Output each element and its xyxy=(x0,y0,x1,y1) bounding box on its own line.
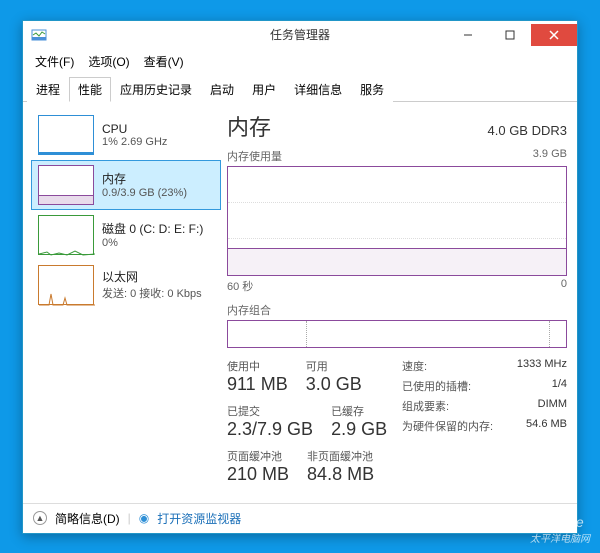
sidebar-label: CPU xyxy=(102,122,167,136)
sidebar-value: 1% 2.69 GHz xyxy=(102,136,167,148)
resmon-icon: ◉ xyxy=(139,511,149,525)
stat-value: 3.0 GB xyxy=(306,374,362,395)
time-axis-left: 60 秒 xyxy=(227,278,253,294)
stat-label: 使用中 xyxy=(227,358,288,374)
memory-stats: 使用中911 MB 可用3.0 GB 已提交2.3/7.9 GB 已缓存2.9 … xyxy=(227,358,567,493)
prop-key: 组成要素: xyxy=(402,398,449,414)
sidebar-value: 0% xyxy=(102,237,203,249)
tab-services[interactable]: 服务 xyxy=(351,77,393,102)
prop-val: DIMM xyxy=(538,398,567,414)
content-area: CPU 1% 2.69 GHz 内存 0.9/3.9 GB (23%) 磁盘 0… xyxy=(23,102,577,503)
task-manager-window: 任务管理器 文件(F) 选项(O) 查看(V) 进程 性能 应用历史记录 启动 … xyxy=(22,20,578,534)
prop-key: 已使用的插槽: xyxy=(402,378,471,394)
stat-label: 页面缓冲池 xyxy=(227,448,289,464)
minimize-button[interactable] xyxy=(447,24,489,46)
chevron-up-icon[interactable]: ▲ xyxy=(33,511,47,525)
panel-title: 内存 xyxy=(227,110,271,142)
memory-usage-graph xyxy=(227,166,567,276)
sidebar-label: 内存 xyxy=(102,170,187,187)
stat-label: 已缓存 xyxy=(331,403,387,419)
tab-performance[interactable]: 性能 xyxy=(69,77,111,102)
menu-file[interactable]: 文件(F) xyxy=(29,51,80,72)
sidebar-item-ethernet[interactable]: 以太网 发送: 0 接收: 0 Kbps xyxy=(31,260,221,310)
sidebar-label: 以太网 xyxy=(102,268,202,285)
disk-thumbnail xyxy=(38,215,94,255)
sidebar-label: 磁盘 0 (C: D: E: F:) xyxy=(102,220,203,237)
time-axis-right: 0 xyxy=(561,278,567,294)
stat-value: 210 MB xyxy=(227,464,289,485)
prop-val: 1333 MHz xyxy=(517,358,567,374)
footer: ▲ 简略信息(D) | ◉ 打开资源监视器 xyxy=(23,503,577,533)
stat-value: 2.3/7.9 GB xyxy=(227,419,313,440)
stat-label: 非页面缓冲池 xyxy=(307,448,374,464)
open-resource-monitor-link[interactable]: 打开资源监视器 xyxy=(157,510,241,527)
panel-subtitle: 4.0 GB DDR3 xyxy=(488,123,567,138)
usage-max: 3.9 GB xyxy=(533,148,567,164)
stat-value: 911 MB xyxy=(227,374,288,395)
window-controls xyxy=(447,24,577,46)
composition-label: 内存组合 xyxy=(227,302,271,318)
memory-thumbnail xyxy=(38,165,94,205)
sidebar-item-disk[interactable]: 磁盘 0 (C: D: E: F:) 0% xyxy=(31,210,221,260)
app-icon xyxy=(31,27,47,43)
menu-view[interactable]: 查看(V) xyxy=(138,51,190,72)
tab-startup[interactable]: 启动 xyxy=(201,77,243,102)
memory-composition-graph xyxy=(227,320,567,348)
prop-key: 速度: xyxy=(402,358,427,374)
stat-label: 可用 xyxy=(306,358,362,374)
stat-label: 已提交 xyxy=(227,403,313,419)
menubar: 文件(F) 选项(O) 查看(V) xyxy=(23,49,577,74)
performance-sidebar: CPU 1% 2.69 GHz 内存 0.9/3.9 GB (23%) 磁盘 0… xyxy=(31,110,221,499)
sidebar-item-cpu[interactable]: CPU 1% 2.69 GHz xyxy=(31,110,221,160)
ethernet-thumbnail xyxy=(38,265,94,305)
sidebar-value: 0.9/3.9 GB (23%) xyxy=(102,187,187,199)
sidebar-item-memory[interactable]: 内存 0.9/3.9 GB (23%) xyxy=(31,160,221,210)
close-button[interactable] xyxy=(531,24,577,46)
prop-key: 为硬件保留的内存: xyxy=(402,418,493,434)
tab-details[interactable]: 详细信息 xyxy=(285,77,351,102)
titlebar: 任务管理器 xyxy=(23,21,577,49)
stat-value: 84.8 MB xyxy=(307,464,374,485)
stat-value: 2.9 GB xyxy=(331,419,387,440)
maximize-button[interactable] xyxy=(489,24,531,46)
memory-panel: 内存 4.0 GB DDR3 内存使用量 3.9 GB 60 秒 0 内存组合 xyxy=(227,110,567,499)
tab-processes[interactable]: 进程 xyxy=(27,77,69,102)
tabs: 进程 性能 应用历史记录 启动 用户 详细信息 服务 xyxy=(23,76,577,102)
tab-users[interactable]: 用户 xyxy=(243,77,285,102)
cpu-thumbnail xyxy=(38,115,94,155)
fewer-details-link[interactable]: 简略信息(D) xyxy=(55,510,120,527)
menu-options[interactable]: 选项(O) xyxy=(82,51,135,72)
prop-val: 54.6 MB xyxy=(526,418,567,434)
usage-label: 内存使用量 xyxy=(227,148,282,164)
tab-app-history[interactable]: 应用历史记录 xyxy=(111,77,201,102)
sidebar-value: 发送: 0 接收: 0 Kbps xyxy=(102,285,202,301)
prop-val: 1/4 xyxy=(552,378,567,394)
